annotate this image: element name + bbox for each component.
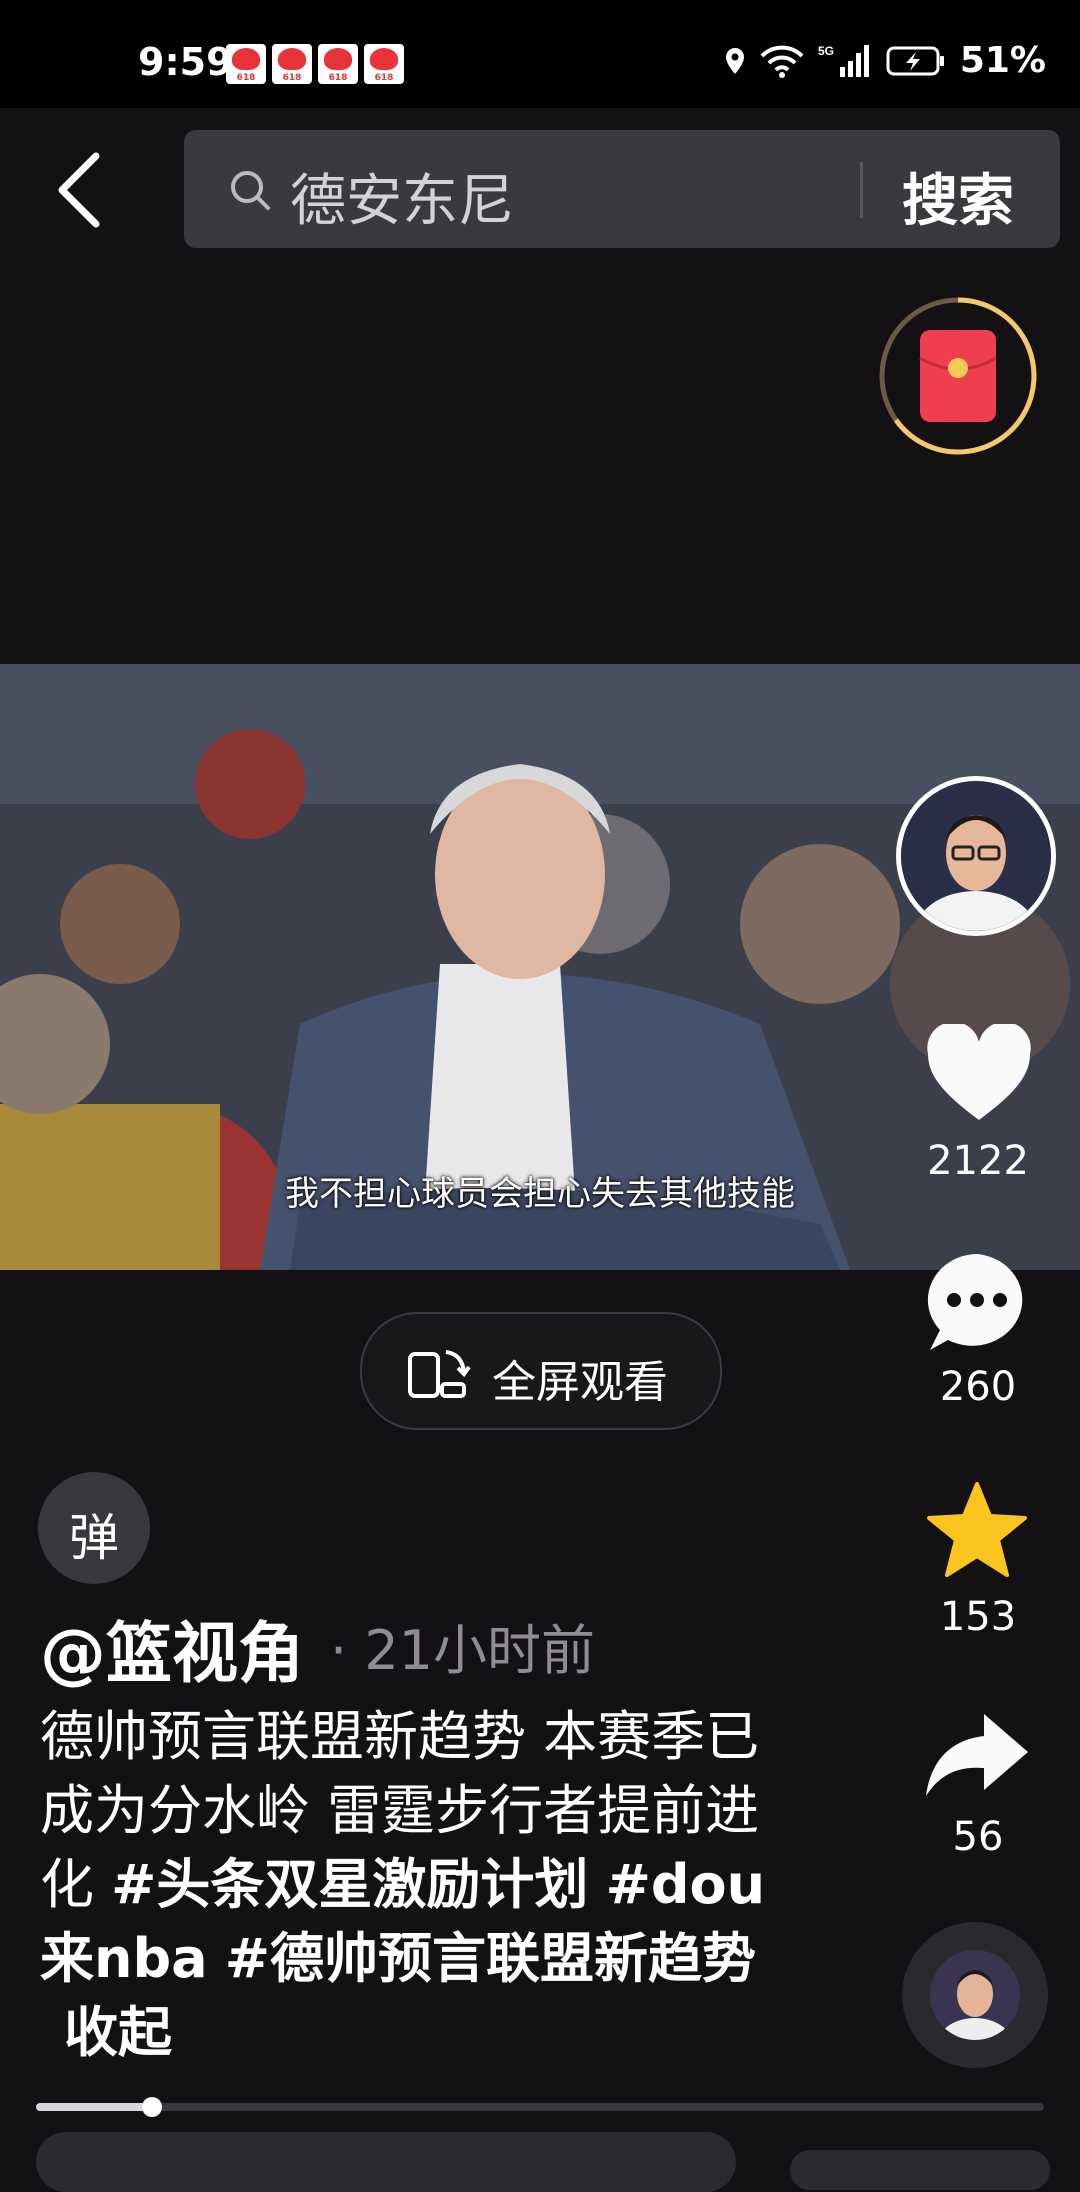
comment-count: 260 (939, 1364, 1017, 1410)
battery-charging-icon (886, 46, 944, 75)
music-cover (930, 1950, 1020, 2040)
danmu-label: 弹 (69, 1509, 119, 1567)
status-bar: 9:59 618 618 618 618 5G 51% (0, 0, 1080, 108)
rotate-screen-icon (408, 1350, 471, 1398)
status-indicators: 5G 51% (724, 40, 1046, 81)
svg-text:5G: 5G (818, 44, 834, 58)
618-badge-icon: 618 (318, 44, 358, 84)
search-button[interactable]: 搜索 (902, 156, 1014, 237)
favorite-star-icon[interactable] (924, 1480, 1030, 1580)
hashtag[interactable]: #头条双星激励计划 (111, 1853, 588, 1916)
search-bar[interactable]: 德安东尼 搜索 (184, 130, 1060, 248)
music-disc[interactable] (902, 1922, 1048, 2068)
favorite-count: 153 (939, 1594, 1017, 1640)
search-icon (231, 171, 270, 210)
avatar-image (901, 781, 1051, 931)
search-input[interactable]: 德安东尼 (290, 156, 514, 237)
618-badge-icon: 618 (226, 44, 266, 84)
hashtag[interactable]: #德帅预言联盟新趋势 (225, 1927, 756, 1990)
comment-icon[interactable] (922, 1250, 1032, 1354)
status-time: 9:59 (138, 40, 233, 84)
location-icon (725, 47, 744, 74)
author-avatar[interactable] (896, 776, 1056, 936)
like-heart-icon[interactable] (924, 1024, 1034, 1124)
back-arrow-icon[interactable] (52, 150, 108, 230)
fullscreen-label: 全屏观看 (492, 1357, 668, 1408)
battery-percent: 51% (959, 40, 1046, 81)
danmu-toggle-button[interactable]: 弹 (38, 1472, 150, 1584)
bottom-action-pill[interactable] (790, 2150, 1050, 2190)
618-badge-icon: 618 (272, 44, 312, 84)
search-divider (860, 162, 863, 218)
share-arrow-icon[interactable] (922, 1710, 1032, 1800)
share-count: 56 (952, 1814, 1004, 1860)
618-badge-icon: 618 (364, 44, 404, 84)
red-packet-icon[interactable] (878, 296, 1038, 456)
collapse-button[interactable]: 收起 (64, 2001, 172, 2064)
notification-badges: 618 618 618 618 (226, 44, 404, 84)
wifi-icon (760, 45, 804, 78)
post-time: · 21小时前 (330, 1619, 596, 1682)
post-caption: 德帅预言联盟新趋势 本赛季已成为分水岭 雷霆步行者提前进化 #头条双星激励计划 … (40, 1700, 780, 2070)
progress-knob[interactable] (141, 2097, 162, 2117)
progress-fill (36, 2103, 152, 2111)
fullscreen-button[interactable]: 全屏观看 (360, 1312, 722, 1430)
signal-icon: 5G (818, 44, 869, 77)
video-progress-bar[interactable] (36, 2097, 1044, 2117)
author-name[interactable]: @篮视角 (40, 1600, 304, 1696)
like-count: 2122 (927, 1138, 1029, 1184)
comment-input-bar[interactable] (36, 2132, 736, 2192)
